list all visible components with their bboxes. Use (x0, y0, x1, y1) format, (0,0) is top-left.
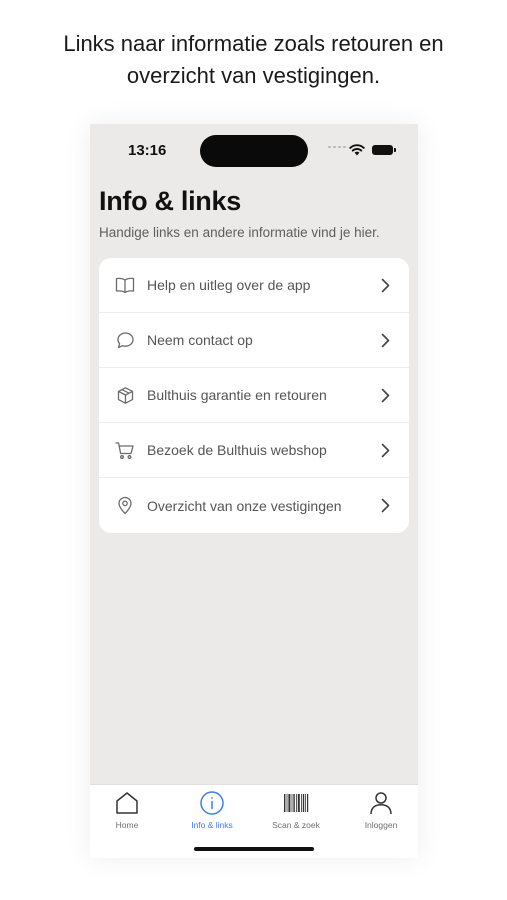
link-warranty-returns[interactable]: Bulthuis garantie en retouren (99, 368, 409, 423)
caption-line-1: Links naar informatie zoals retouren en (63, 31, 444, 56)
dynamic-island (200, 135, 308, 167)
home-indicator (194, 847, 314, 851)
barcode-icon (281, 789, 311, 817)
link-webshop[interactable]: Bezoek de Bulthuis webshop (99, 423, 409, 478)
tab-label: Info & links (191, 820, 233, 830)
caption-line-2: overzicht van vestigingen. (126, 63, 381, 88)
chat-bubble-icon (115, 330, 135, 350)
tab-label: Scan & zoek (272, 820, 320, 830)
link-label: Help en uitleg over de app (147, 277, 311, 293)
tab-label: Home (115, 820, 139, 830)
link-help[interactable]: Help en uitleg over de app (99, 258, 409, 313)
caption: Links naar informatie zoals retouren en … (0, 28, 507, 92)
location-pin-icon (115, 496, 135, 516)
tab-login[interactable]: Inloggen (340, 789, 418, 833)
page-subtitle: Handige links en andere informatie vind … (99, 225, 380, 240)
page-title: Info & links (99, 186, 241, 216)
book-icon (115, 275, 135, 295)
chevron-right-icon (379, 387, 391, 403)
status-bar: 13:16 (90, 124, 418, 178)
tab-bar: Home Info & links Scan & zoek Inloggen (90, 784, 418, 858)
chevron-right-icon (379, 332, 391, 348)
link-label: Bezoek de Bulthuis webshop (147, 442, 327, 458)
link-label: Overzicht van onze vestigingen (147, 497, 342, 514)
links-card: Help en uitleg over de app Neem contact … (99, 258, 409, 533)
home-icon (112, 789, 142, 817)
battery-icon (372, 145, 396, 155)
link-label: Bulthuis garantie en retouren (147, 387, 327, 403)
chevron-right-icon (379, 442, 391, 458)
info-icon (197, 789, 227, 817)
link-label: Neem contact op (147, 332, 253, 348)
tab-info-links[interactable]: Info & links (171, 789, 253, 833)
status-time: 13:16 (128, 142, 167, 159)
phone-screen: 13:16 Info & links Handige links en ande… (90, 124, 418, 858)
user-icon (366, 789, 396, 817)
tab-scan-search[interactable]: Scan & zoek (255, 789, 337, 833)
chevron-right-icon (379, 498, 391, 514)
wifi-icon (349, 144, 365, 156)
cellular-signal-icon (328, 146, 346, 148)
package-icon (115, 385, 135, 405)
link-contact[interactable]: Neem contact op (99, 313, 409, 368)
chevron-right-icon (379, 277, 391, 293)
tab-label: Inloggen (364, 820, 398, 830)
link-locations[interactable]: Overzicht van onze vestigingen (99, 478, 409, 533)
cart-icon (115, 440, 135, 460)
tab-home[interactable]: Home (90, 789, 168, 833)
